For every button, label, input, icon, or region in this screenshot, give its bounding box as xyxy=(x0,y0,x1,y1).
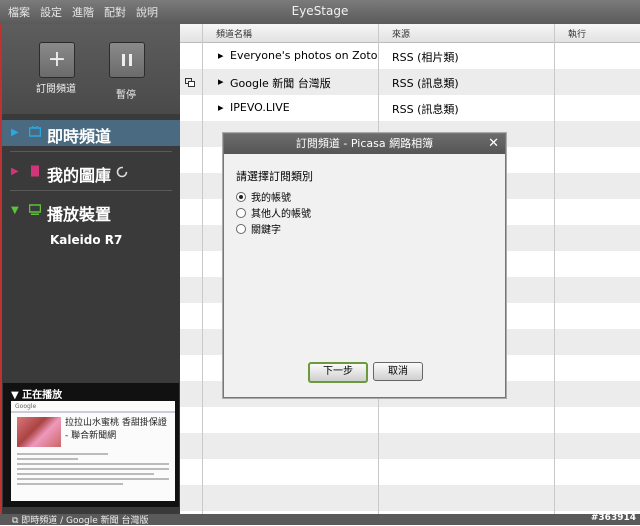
radio-label: 我的帳號 xyxy=(251,193,291,204)
divider xyxy=(10,151,172,152)
app-title: EyeStage xyxy=(291,4,349,18)
title-bar: 檔案 設定 進階 配對 說明 EyeStage xyxy=(0,0,640,24)
table-header: 頻道名稱 來源 執行 xyxy=(180,24,640,43)
radio-other-account[interactable]: 其他人的帳號 xyxy=(236,205,311,220)
close-icon[interactable]: ✕ xyxy=(488,134,499,154)
sidebar-item-label: 即時頻道 xyxy=(47,127,112,146)
pause-icon xyxy=(122,54,132,66)
copy-icon xyxy=(185,78,195,87)
column-header-source[interactable]: 來源 xyxy=(392,27,410,40)
radio-keyword[interactable]: 關鍵字 xyxy=(236,221,281,236)
channel-name: Google 新聞 台灣版 xyxy=(230,77,331,90)
add-channel-button[interactable]: + xyxy=(39,42,75,78)
status-path: ⧉ 即時頻道 / Google 新聞 台灣版 xyxy=(12,513,149,526)
table-row[interactable]: ▸ IPEVO.LIVE RSS (訊息類) xyxy=(180,95,640,121)
sidebar-item-label: 播放裝置 xyxy=(47,205,112,224)
sidebar-item-my-gallery[interactable]: ▶ 我的圖庫 xyxy=(2,159,180,185)
channel-name: Everyone's photos on Zoto xyxy=(230,49,378,62)
column-header-action[interactable]: 執行 xyxy=(568,27,586,40)
channel-name: IPEVO.LIVE xyxy=(230,101,290,114)
chevron-down-icon: ▼ xyxy=(11,205,19,216)
row-arrow-icon: ▸ xyxy=(218,49,224,62)
loading-icon xyxy=(116,166,128,178)
cancel-button[interactable]: 取消 xyxy=(373,362,423,381)
radio-label: 其他人的帳號 xyxy=(251,209,311,220)
pause-label: 暫停 xyxy=(116,90,136,101)
now-playing-thumbnail[interactable]: Google 拉拉山水蜜桃 香甜掛保證 - 聯合新聞網 xyxy=(11,401,175,501)
news-photo xyxy=(17,417,61,447)
now-playing-title: ▼ 正在播放 xyxy=(11,386,62,401)
chevron-right-icon: ▶ xyxy=(11,127,19,138)
monitor-icon xyxy=(29,204,41,215)
pause-button[interactable] xyxy=(109,42,145,78)
table-row-empty xyxy=(180,433,640,459)
sidebar-toolbar: + 訂閱頻道 暫停 xyxy=(2,24,180,114)
radio-icon xyxy=(236,224,246,234)
plus-icon: + xyxy=(47,47,67,72)
radio-icon xyxy=(236,208,246,218)
radio-label: 關鍵字 xyxy=(251,225,281,236)
sidebar-item-live-channels[interactable]: ▶ 即時頻道 xyxy=(2,120,180,146)
add-channel-label: 訂閱頻道 xyxy=(36,84,76,95)
sidebar-item-label: 我的圖庫 xyxy=(47,166,112,185)
channel-source: RSS (相片類) xyxy=(392,51,459,64)
subscribe-dialog: 訂閱頻道 - Picasa 網路相簿 ✕ 請選擇訂閱類別 我的帳號 其他人的帳號… xyxy=(223,133,506,398)
divider xyxy=(10,190,172,191)
sidebar-item-playback-devices[interactable]: ▼ 播放裝置 xyxy=(2,198,180,224)
now-playing-label: 正在播放 xyxy=(22,390,63,401)
channel-source: RSS (訊息類) xyxy=(392,103,459,116)
chevron-down-icon: ▼ xyxy=(11,390,23,401)
chevron-right-icon: ▶ xyxy=(11,166,19,177)
watermark: #363914 xyxy=(590,513,636,523)
dialog-prompt: 請選擇訂閱類別 xyxy=(236,170,313,183)
tv-icon xyxy=(29,126,41,137)
row-arrow-icon: ▸ xyxy=(218,101,224,114)
news-headline: 拉拉山水蜜桃 香甜掛保證 - 聯合新聞網 xyxy=(65,418,167,441)
google-news-logo: Google xyxy=(15,403,37,410)
radio-my-account[interactable]: 我的帳號 xyxy=(236,189,291,204)
table-row-empty xyxy=(180,485,640,511)
radio-selected-icon xyxy=(236,192,246,202)
table-row[interactable]: ▸ Everyone's photos on Zoto RSS (相片類) xyxy=(180,43,640,69)
column-divider xyxy=(554,24,555,514)
next-button[interactable]: 下一步 xyxy=(308,362,368,383)
column-header-name[interactable]: 頻道名稱 xyxy=(216,27,252,40)
channel-source: RSS (訊息類) xyxy=(392,77,459,90)
table-row-empty xyxy=(180,459,640,485)
table-row-empty xyxy=(180,407,640,433)
dialog-title: 訂閱頻道 - Picasa 網路相簿 xyxy=(295,137,434,150)
divider xyxy=(11,411,175,413)
table-row[interactable]: ▸ Google 新聞 台灣版 RSS (訊息類) xyxy=(180,69,640,95)
status-bar: ⧉ 即時頻道 / Google 新聞 台灣版 #363914 xyxy=(0,513,640,526)
now-playing-panel: ▼ 正在播放 Google 拉拉山水蜜桃 香甜掛保證 - 聯合新聞網 xyxy=(3,383,179,507)
row-arrow-icon: ▸ xyxy=(218,75,224,88)
news-body-text xyxy=(17,453,169,488)
device-kaleido-r7[interactable]: Kaleido R7 xyxy=(50,233,122,247)
column-divider xyxy=(202,24,203,514)
document-icon xyxy=(31,165,39,177)
dialog-title-bar: 訂閱頻道 - Picasa 網路相簿 ✕ xyxy=(224,134,505,154)
